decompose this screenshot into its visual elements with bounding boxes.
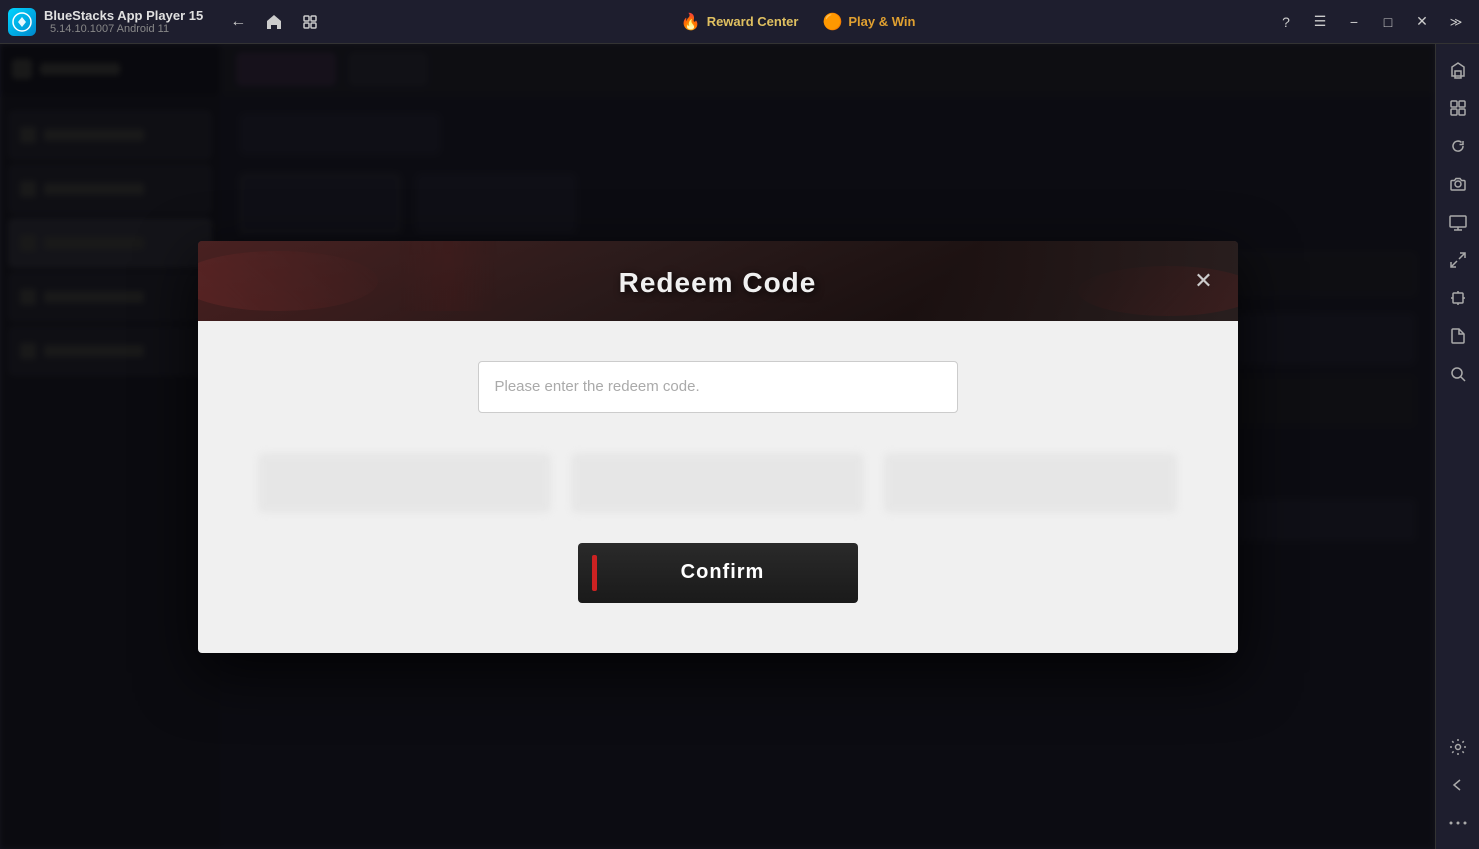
nav-back-button[interactable]: ← [223, 7, 253, 37]
app-version: 5.14.10.1007 Android 11 [50, 23, 203, 35]
modal-close-button[interactable]: ✕ [1186, 263, 1222, 299]
sidebar-more-icon[interactable] [1440, 805, 1476, 841]
blurred-card-3 [884, 453, 1177, 513]
blurred-items-row1 [258, 453, 1178, 513]
redeem-code-modal: Redeem Code ✕ Confirm [198, 241, 1238, 653]
nav-tabs-button[interactable] [295, 7, 325, 37]
nav-buttons: ← [223, 7, 325, 37]
modal-body: Confirm [198, 321, 1238, 653]
right-sidebar [1435, 44, 1479, 849]
help-button[interactable]: ? [1271, 7, 1301, 37]
nav-home-button[interactable] [259, 7, 289, 37]
confirm-button[interactable]: Confirm [578, 543, 858, 603]
sidebar-expand-icon[interactable] [1440, 52, 1476, 88]
sidebar-settings-icon[interactable] [1440, 729, 1476, 765]
modal-title: Redeem Code [619, 267, 817, 299]
sidebar-back-icon[interactable] [1440, 767, 1476, 803]
app-logo [8, 8, 36, 36]
sidebar-grid-icon[interactable] [1440, 90, 1476, 126]
blurred-card-1 [258, 453, 551, 513]
titlebar: BlueStacks App Player 15 5.14.10.1007 An… [0, 0, 1479, 44]
confirm-button-accent [592, 555, 597, 591]
reward-center-button[interactable]: 🔥 Reward Center [681, 12, 799, 32]
input-section [258, 361, 1178, 413]
app-name: BlueStacks App Player 15 [44, 8, 203, 23]
minimize-button[interactable]: − [1339, 7, 1369, 37]
close-button[interactable]: ✕ [1407, 7, 1437, 37]
sidebar-search-icon[interactable] [1440, 356, 1476, 392]
main-content: Redeem Code ✕ Confirm [0, 44, 1435, 849]
modal-header: Redeem Code ✕ [198, 241, 1238, 321]
sidebar-refresh-icon[interactable] [1440, 128, 1476, 164]
expand-button[interactable]: ≫ [1441, 7, 1471, 37]
sidebar-monitor-icon[interactable] [1440, 204, 1476, 240]
maximize-button[interactable]: □ [1373, 7, 1403, 37]
menu-button[interactable]: ☰ [1305, 7, 1335, 37]
titlebar-center: 🔥 Reward Center 🟠 Play & Win [325, 12, 1271, 32]
redeem-code-input[interactable] [478, 361, 958, 413]
confirm-button-label: Confirm [681, 561, 765, 584]
blurred-card-2 [571, 453, 864, 513]
sidebar-rotate-icon[interactable] [1440, 280, 1476, 316]
window-controls: ? ☰ − □ ✕ ≫ [1271, 7, 1471, 37]
sidebar-camera-icon[interactable] [1440, 166, 1476, 202]
sidebar-resize-icon[interactable] [1440, 242, 1476, 278]
play-win-button[interactable]: 🟠 Play & Win [822, 12, 915, 32]
sidebar-file-icon[interactable] [1440, 318, 1476, 354]
confirm-section: Confirm [258, 543, 1178, 603]
